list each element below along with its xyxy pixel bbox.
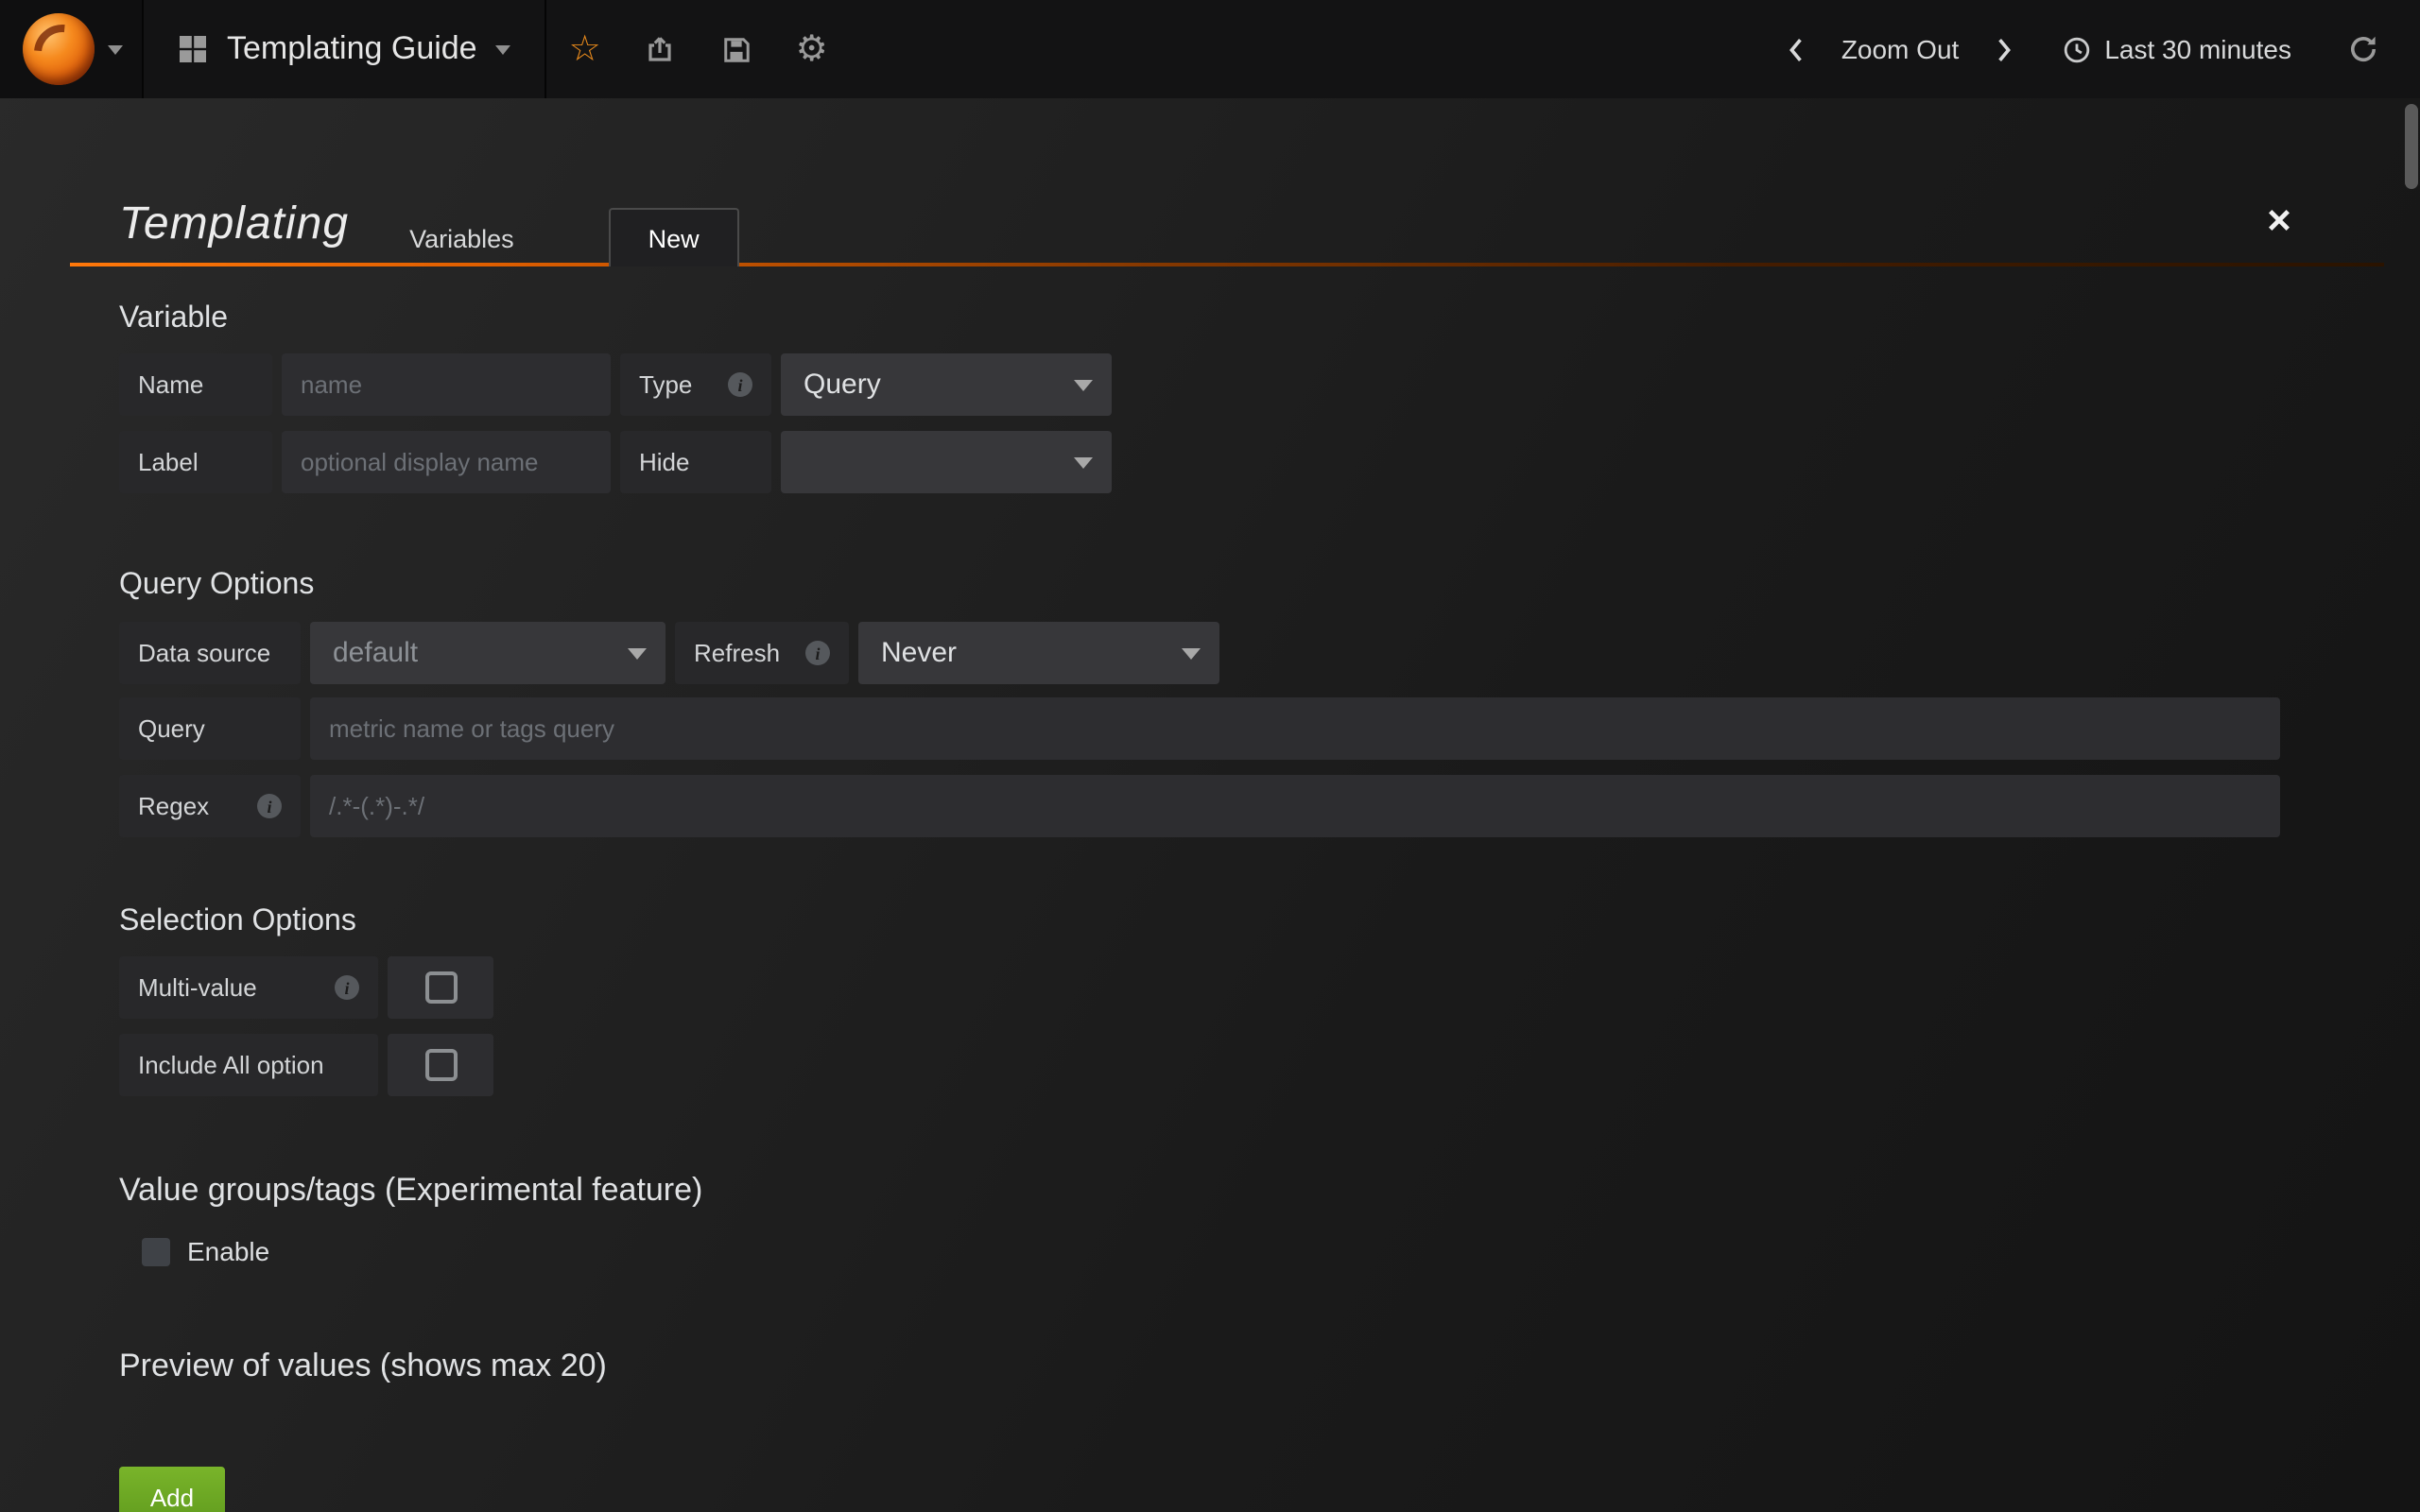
grafana-logo-icon	[23, 13, 95, 85]
multi-value-checkbox[interactable]	[424, 971, 457, 1004]
hide-label: Hide	[620, 431, 771, 493]
chevron-left-icon	[1787, 35, 1804, 63]
chevron-right-icon	[1996, 35, 2014, 63]
data-source-select-value: default	[333, 637, 418, 669]
tab-new[interactable]: New	[609, 208, 739, 266]
share-dashboard-button[interactable]	[623, 0, 699, 98]
close-editor-button[interactable]	[2259, 200, 2299, 240]
clock-icon	[2063, 35, 2091, 63]
query-row: Query	[119, 697, 2280, 760]
dashboard-title: Templating Guide	[227, 30, 477, 68]
include-all-checkbox-container	[388, 1034, 493, 1096]
dashboard-title-button[interactable]: Templating Guide	[144, 0, 547, 98]
query-label: Query	[119, 697, 301, 760]
zoom-out-button[interactable]: Zoom Out	[1823, 34, 1979, 64]
include-all-label: Include All option	[119, 1034, 378, 1096]
templating-editor: Templating Variables New Variable Name T…	[0, 98, 2420, 1512]
gear-icon: ⚙	[796, 31, 828, 67]
enable-label: Enable	[187, 1236, 269, 1266]
data-source-row: Data source default Refresh Never	[119, 622, 2280, 684]
editor-header: Templating Variables New	[70, 98, 2384, 266]
type-label: Type	[620, 353, 771, 416]
query-options-heading: Query Options	[119, 569, 2280, 603]
multi-value-row: Multi-value	[119, 956, 2280, 1019]
data-source-label: Data source	[119, 622, 301, 684]
star-dashboard-button[interactable]: ☆	[547, 0, 623, 98]
multi-value-checkbox-container	[388, 956, 493, 1019]
preview-heading: Preview of values (shows max 20)	[119, 1348, 2280, 1385]
selection-options-heading: Selection Options	[119, 905, 2280, 939]
close-icon	[2267, 208, 2291, 232]
type-select[interactable]: Query	[781, 353, 1112, 416]
info-icon[interactable]	[335, 975, 359, 1000]
navbar-right: Zoom Out Last 30 minutes	[1768, 0, 2420, 98]
value-groups-heading: Value groups/tags (Experimental feature)	[119, 1172, 2280, 1210]
time-shift-back-button[interactable]	[1768, 35, 1823, 63]
tab-variables[interactable]: Variables	[368, 210, 556, 266]
include-all-checkbox[interactable]	[424, 1049, 457, 1081]
chevron-down-icon	[1182, 648, 1201, 660]
type-select-value: Query	[804, 369, 881, 401]
editor-body: Variable Name Type Query Label Hide	[119, 302, 2280, 1512]
time-range-label: Last 30 minutes	[2104, 34, 2291, 64]
info-icon[interactable]	[728, 372, 752, 397]
refresh-button[interactable]	[2310, 34, 2390, 64]
regex-label: Regex	[119, 775, 301, 837]
refresh-select[interactable]: Never	[858, 622, 1219, 684]
refresh-select-value: Never	[881, 637, 957, 669]
page-title: Templating	[119, 198, 349, 251]
save-dashboard-button[interactable]	[699, 0, 774, 98]
label-input[interactable]	[282, 431, 611, 493]
grafana-app: Templating Guide ☆ ⚙ Zoom Out	[0, 0, 2420, 1512]
query-input[interactable]	[310, 697, 2280, 760]
name-input[interactable]	[282, 353, 611, 416]
add-button[interactable]: Add	[119, 1467, 225, 1512]
chevron-down-icon	[1074, 380, 1093, 391]
variable-label-row: Label Hide	[119, 431, 2280, 493]
info-icon[interactable]	[257, 794, 282, 818]
regex-input[interactable]	[310, 775, 2280, 837]
regex-row: Regex	[119, 775, 2280, 837]
navbar: Templating Guide ☆ ⚙ Zoom Out	[0, 0, 2420, 98]
variable-name-row: Name Type Query	[119, 353, 2280, 416]
chevron-down-icon	[108, 44, 123, 54]
dashboard-grid-icon	[178, 34, 208, 64]
include-all-row: Include All option	[119, 1034, 2280, 1096]
refresh-label: Refresh	[675, 622, 849, 684]
chevron-down-icon	[496, 44, 511, 54]
chevron-down-icon	[1074, 457, 1093, 469]
time-shift-forward-button[interactable]	[1978, 35, 2032, 63]
star-icon: ☆	[569, 31, 601, 67]
refresh-icon	[2348, 34, 2378, 64]
label-label: Label	[119, 431, 272, 493]
name-label: Name	[119, 353, 272, 416]
info-icon[interactable]	[805, 641, 830, 665]
data-source-select[interactable]: default	[310, 622, 666, 684]
hide-select[interactable]	[781, 431, 1112, 493]
zoom-out-label: Zoom Out	[1841, 34, 1960, 64]
time-range-picker-button[interactable]: Last 30 minutes	[2032, 34, 2310, 64]
chevron-down-icon	[628, 648, 647, 660]
scrollbar-thumb[interactable]	[2405, 104, 2418, 189]
settings-button[interactable]: ⚙	[774, 0, 850, 98]
save-icon	[722, 35, 751, 63]
grafana-menu-button[interactable]	[0, 0, 144, 98]
enable-row: Enable	[119, 1236, 2280, 1266]
multi-value-label: Multi-value	[119, 956, 378, 1019]
share-icon	[646, 34, 676, 64]
enable-checkbox[interactable]	[142, 1237, 170, 1265]
variable-section-heading: Variable	[119, 302, 2280, 336]
